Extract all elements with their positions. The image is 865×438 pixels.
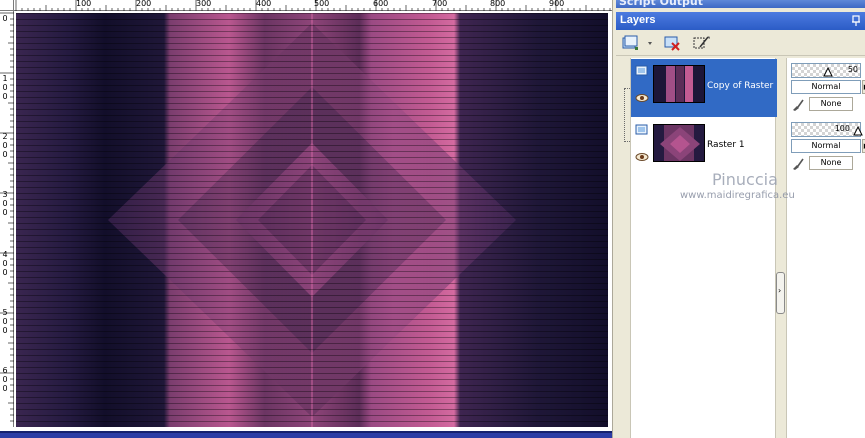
chevron-right-icon: ›	[778, 286, 782, 295]
ruler-label: 0	[2, 259, 8, 268]
layer-visibility-eye-icon[interactable]	[635, 152, 649, 162]
script-output-titlebar[interactable]: Script Output	[616, 0, 865, 8]
opacity-value: 100	[834, 124, 850, 133]
layers-toolbar	[616, 30, 865, 56]
raster-layer-type-icon	[635, 124, 648, 135]
ruler-label: 0	[2, 317, 8, 326]
layer-row-raster-1[interactable]: Raster 1	[631, 118, 777, 176]
delete-layer-button[interactable]	[662, 33, 682, 53]
status-bar	[0, 431, 612, 438]
layer-thumbnail	[653, 124, 705, 162]
ruler-label: 4	[2, 250, 8, 259]
palette-collapse-handle[interactable]: ›	[776, 272, 785, 314]
layer-properties-column: 50 Normal ▶ None 100 Normal ▶	[786, 58, 865, 438]
layer-row-copy-of-raster-1[interactable]: Copy of Raster 1	[631, 59, 777, 117]
ruler-label: 0	[2, 268, 8, 277]
opacity-slider-thumb-icon[interactable]	[853, 126, 863, 136]
layer-name: Raster 1	[707, 140, 745, 150]
layers-palette-title: Layers	[620, 14, 656, 26]
dropdown-arrow-icon	[648, 42, 652, 45]
ruler-label: 0	[2, 92, 8, 101]
ruler-label: 0	[2, 199, 8, 208]
horizontal-ruler: 100 200 300 400 500 600 700 800 900	[14, 0, 612, 11]
layer-properties-copy-of-raster-1: 50 Normal ▶ None	[789, 61, 865, 119]
image-canvas[interactable]	[16, 13, 608, 427]
ruler-label: 5	[2, 308, 8, 317]
layer-thumbnail	[653, 65, 705, 103]
ruler-label: 0	[2, 83, 8, 92]
ruler-label: 0	[2, 384, 8, 393]
layer-mask-value[interactable]: None	[809, 97, 853, 111]
canvas-artwork	[16, 13, 608, 427]
layer-name: Copy of Raster 1	[707, 81, 777, 91]
ruler-corner	[0, 0, 14, 11]
ruler-label: 6	[2, 366, 8, 375]
layer-visibility-eye-icon[interactable]	[635, 93, 649, 103]
layers-palette-titlebar[interactable]: Layers	[616, 12, 865, 30]
ruler-label: 0	[2, 208, 8, 217]
opacity-value: 50	[847, 65, 858, 74]
layer-properties-raster-1: 100 Normal ▶ None	[789, 120, 865, 178]
new-raster-layer-icon	[622, 35, 638, 50]
edit-selection-button[interactable]	[692, 33, 712, 53]
ruler-label: 2	[2, 132, 8, 141]
brush-icon[interactable]	[791, 98, 805, 112]
edit-selection-icon	[693, 36, 710, 49]
opacity-slider[interactable]: 100	[791, 122, 863, 137]
blend-mode-select[interactable]: Normal	[791, 139, 861, 153]
ruler-label: 0	[2, 150, 8, 159]
brush-icon[interactable]	[791, 157, 805, 171]
image-workspace[interactable]: 100 200 300 400 500 600 700 800 900 0 1 …	[0, 0, 612, 438]
raster-layer-type-icon	[635, 65, 648, 76]
vertical-ruler: 0 1 0 0 2 0 0 3 0 0 4 0 0 5 0 0 6 0 0	[0, 11, 14, 427]
opacity-slider[interactable]: 50	[791, 63, 861, 78]
layer-list[interactable]: Copy of Raster 1 Raster 1	[630, 58, 777, 438]
ruler-label: 1	[2, 74, 8, 83]
toolbar-separator-arrow[interactable]	[640, 33, 660, 53]
opacity-slider-thumb-icon[interactable]	[823, 67, 833, 77]
ruler-label: 0	[2, 14, 8, 23]
ruler-label: 0	[2, 141, 8, 150]
delete-layer-icon	[664, 36, 680, 51]
ruler-label: 3	[2, 190, 8, 199]
ruler-label: 0	[2, 375, 8, 384]
script-output-title: Script Output	[619, 0, 704, 8]
horizontal-ruler-ticks	[15, 0, 611, 11]
pin-icon[interactable]	[851, 15, 861, 27]
layers-palette-body: Copy of Raster 1 Raster 1 50 Normal None…	[616, 56, 865, 438]
ruler-label: 0	[2, 326, 8, 335]
layer-mask-value[interactable]: None	[809, 156, 853, 170]
new-raster-layer-button[interactable]	[620, 33, 640, 53]
blend-mode-select[interactable]: Normal	[791, 80, 861, 94]
psp-window: 100 200 300 400 500 600 700 800 900 0 1 …	[0, 0, 865, 438]
